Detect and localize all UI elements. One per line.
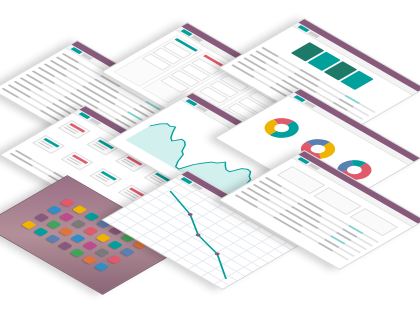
app-icon — [69, 248, 86, 258]
app-icon — [107, 240, 124, 250]
app-icon — [45, 234, 61, 244]
app-icon — [21, 220, 37, 230]
app-icon — [57, 241, 73, 251]
table-cell — [43, 63, 68, 78]
app-icon — [93, 262, 110, 272]
app-icon — [106, 254, 123, 264]
kpi-card — [89, 167, 123, 187]
app-icon — [33, 227, 49, 237]
app-icon — [71, 219, 87, 229]
screens-collage — [0, 0, 420, 315]
app-icon — [94, 247, 111, 257]
table-cell — [258, 180, 283, 194]
table-cell — [243, 57, 267, 71]
app-icon — [95, 233, 111, 243]
app-icon — [46, 219, 62, 229]
table-cell — [55, 56, 80, 71]
app-icon — [59, 212, 75, 222]
app-icon — [119, 247, 136, 257]
map-pin-icon — [187, 213, 193, 216]
kpi-card — [57, 120, 91, 140]
table-cell — [19, 77, 44, 91]
table-cell — [278, 212, 304, 227]
app-icon — [81, 255, 98, 265]
table-cell — [231, 64, 255, 78]
app-icon — [46, 205, 63, 215]
app-icon — [83, 226, 99, 236]
table-cell — [246, 187, 271, 201]
kpi-card — [60, 151, 94, 171]
app-icon — [58, 226, 74, 236]
table-cell — [31, 70, 56, 84]
table-cell — [7, 84, 32, 98]
app-icon — [59, 198, 76, 208]
app-icon — [82, 240, 99, 250]
table-cell — [255, 50, 279, 64]
app-icon — [70, 233, 86, 243]
app-icon — [84, 212, 100, 222]
kpi-card — [32, 134, 65, 154]
app-icon — [71, 205, 88, 215]
app-icon — [33, 212, 50, 222]
table-cell — [234, 194, 259, 208]
table-cell — [75, 89, 101, 103]
